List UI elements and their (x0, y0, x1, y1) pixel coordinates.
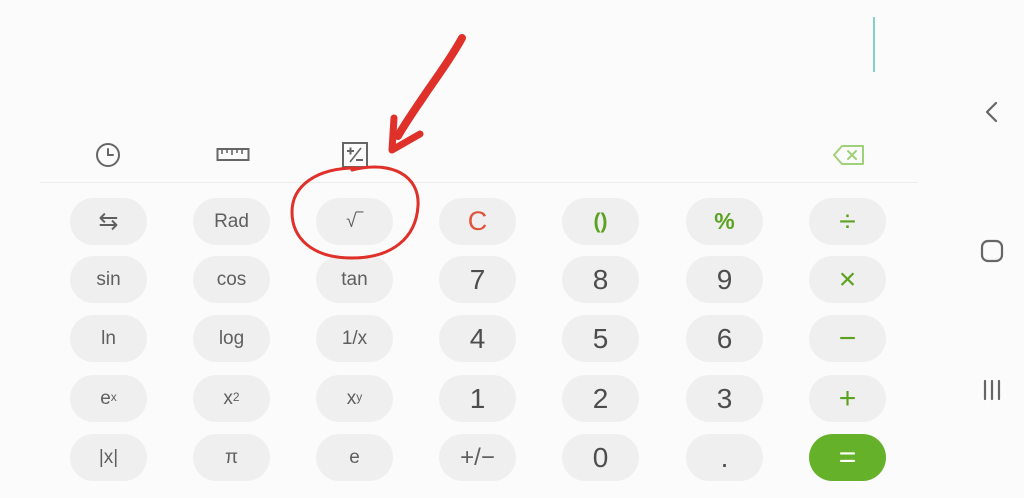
digit-7-button[interactable]: 7 (439, 256, 516, 303)
chevron-left-icon (985, 101, 998, 123)
digit-9-button[interactable]: 9 (686, 256, 763, 303)
recent-apps-button[interactable] (974, 372, 1010, 408)
home-button[interactable] (974, 233, 1010, 269)
display-area[interactable] (0, 0, 960, 130)
plus-minus-icon (342, 142, 368, 168)
digit-1-button[interactable]: 1 (439, 375, 516, 422)
plus-button[interactable]: + (809, 375, 886, 422)
clock-icon (96, 143, 120, 167)
calculator-toolbar (40, 130, 918, 183)
digit-0-button[interactable]: 0 (562, 434, 639, 481)
swap-functions-button[interactable]: ⇆ (70, 198, 147, 245)
tan-button[interactable]: tan (316, 256, 393, 303)
digit-5-button[interactable]: 5 (562, 315, 639, 362)
ruler-icon (216, 148, 250, 161)
absolute-value-button[interactable]: |x| (70, 434, 147, 481)
reciprocal-button[interactable]: 1/x (316, 315, 393, 362)
clear-button[interactable]: C (439, 198, 516, 245)
x-squared-button[interactable]: x2 (193, 375, 270, 422)
backspace-icon (833, 145, 864, 165)
e-power-x-button[interactable]: ex (70, 375, 147, 422)
log-button[interactable]: log (193, 315, 270, 362)
three-bars-icon (983, 379, 1001, 401)
history-button[interactable] (91, 140, 125, 170)
decimal-point-button[interactable]: . (686, 434, 763, 481)
digit-4-button[interactable]: 4 (439, 315, 516, 362)
text-cursor (873, 17, 875, 72)
parentheses-button[interactable]: () (562, 198, 639, 245)
e-power-x-base: e (100, 387, 111, 409)
sin-button[interactable]: sin (70, 256, 147, 303)
cos-button[interactable]: cos (193, 256, 270, 303)
rounded-square-icon (980, 239, 1004, 263)
equals-button[interactable]: = (809, 434, 886, 481)
x-power-y-button[interactable]: xy (316, 375, 393, 422)
system-navigation-bar (960, 0, 1024, 498)
plus-minus-sign-button[interactable]: +/− (439, 434, 516, 481)
x-squared-base: x (223, 387, 233, 409)
multiply-button[interactable]: × (809, 256, 886, 303)
x-power-y-base: x (346, 387, 357, 409)
unit-converter-button[interactable] (214, 140, 252, 170)
digit-2-button[interactable]: 2 (562, 375, 639, 422)
rad-deg-button[interactable]: Rad (193, 198, 270, 245)
digit-6-button[interactable]: 6 (686, 315, 763, 362)
pi-button[interactable]: π (193, 434, 270, 481)
percent-button[interactable]: % (686, 198, 763, 245)
digit-8-button[interactable]: 8 (562, 256, 639, 303)
euler-e-button[interactable]: e (316, 434, 393, 481)
minus-button[interactable]: − (809, 315, 886, 362)
digit-3-button[interactable]: 3 (686, 375, 763, 422)
divide-button[interactable]: ÷ (809, 198, 886, 245)
back-button[interactable] (974, 94, 1010, 130)
ln-button[interactable]: ln (70, 315, 147, 362)
square-root-button[interactable]: √‾ (316, 198, 393, 245)
backspace-button[interactable] (830, 140, 868, 170)
scientific-mode-button[interactable] (338, 140, 372, 170)
